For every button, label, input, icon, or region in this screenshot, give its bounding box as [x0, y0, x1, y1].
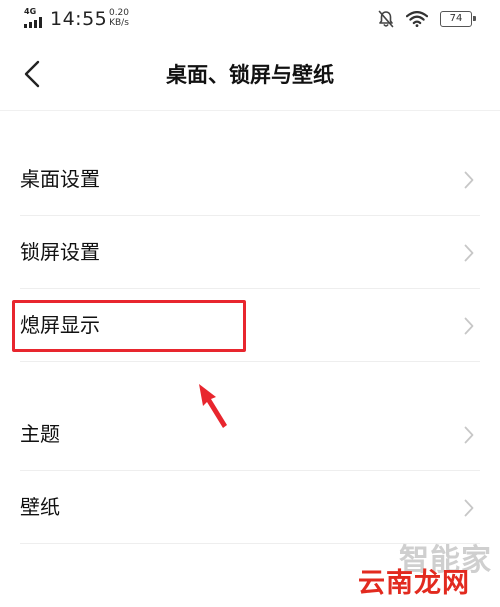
chevron-right-icon — [464, 426, 474, 444]
wifi-icon — [406, 11, 428, 27]
list-item-label: 桌面设置 — [20, 167, 100, 191]
list-item-lockscreen-settings[interactable]: 锁屏设置 — [0, 216, 500, 289]
battery-level: 74 — [449, 13, 463, 24]
network-type: 4G — [24, 7, 37, 16]
chevron-right-icon — [464, 171, 474, 189]
signal-indicator: 4G — [24, 8, 46, 28]
list-item-label: 主题 — [20, 422, 60, 446]
network-speed-value: 0.20 — [108, 8, 130, 18]
highlight-box — [12, 300, 246, 352]
list-item-desktop-settings[interactable]: 桌面设置 — [0, 143, 500, 216]
list-item-label: 壁纸 — [20, 495, 60, 519]
signal-icon — [24, 17, 42, 28]
chevron-right-icon — [464, 244, 474, 262]
page-title: 桌面、锁屏与壁纸 — [166, 63, 334, 87]
status-time: 14:55 — [50, 8, 108, 30]
status-bar: 4G 14:55 0.20 KB/s 74 — [0, 0, 500, 38]
chevron-right-icon — [464, 499, 474, 517]
watermark-logo-text: 云南龙网 — [358, 568, 470, 599]
list-item-label: 锁屏设置 — [20, 240, 100, 264]
mute-icon — [378, 10, 394, 28]
settings-group-appearance: 主题 壁纸 — [0, 398, 500, 544]
chevron-right-icon — [464, 317, 474, 335]
status-icons: 74 — [378, 8, 476, 30]
network-speed: 0.20 KB/s — [104, 8, 134, 28]
network-speed-unit: KB/s — [109, 18, 129, 28]
battery-icon: 74 — [440, 11, 476, 27]
list-item-wallpaper[interactable]: 壁纸 — [0, 471, 500, 544]
red-arrow-icon — [199, 384, 227, 428]
list-item-theme[interactable]: 主题 — [0, 398, 500, 471]
navigation-bar: 桌面、锁屏与壁纸 — [0, 38, 500, 111]
